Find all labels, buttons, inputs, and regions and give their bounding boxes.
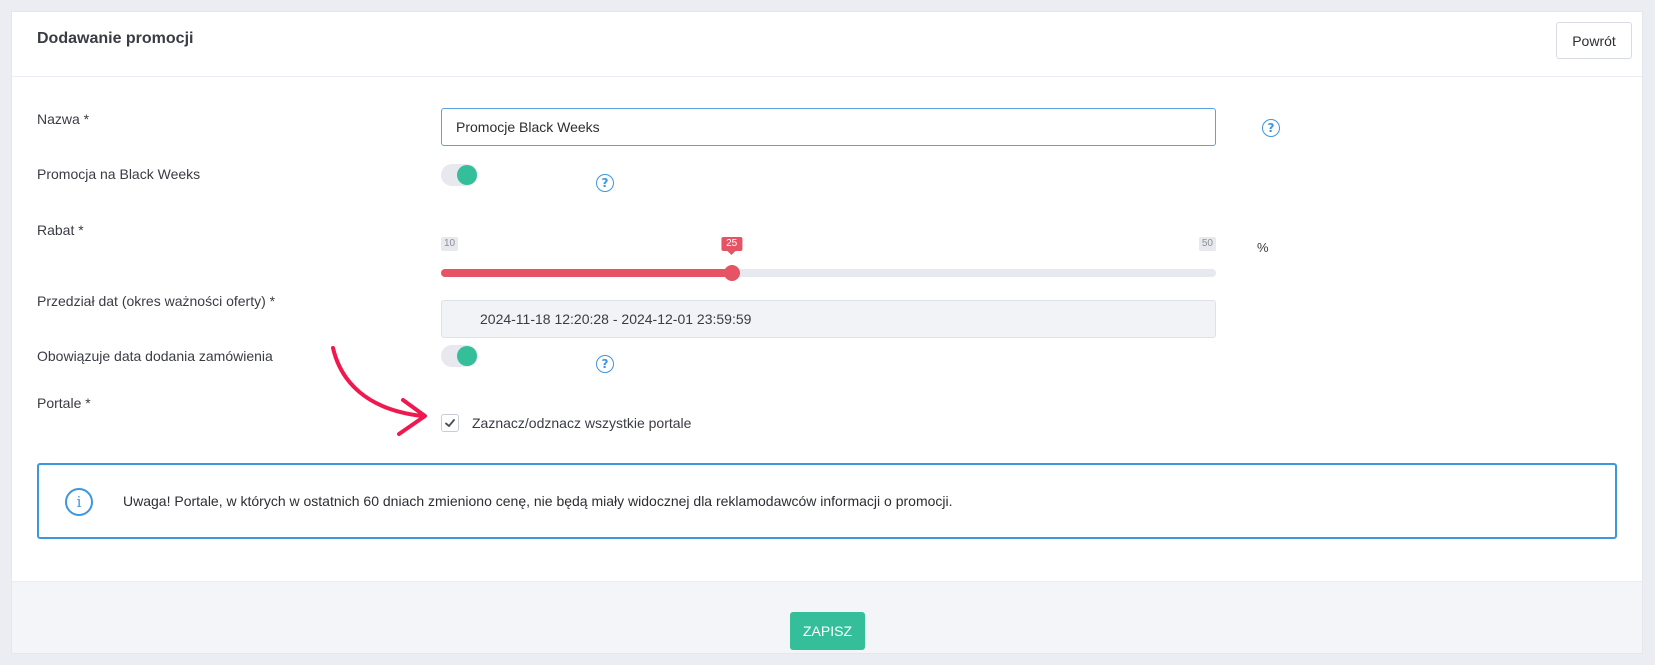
date-range-label: Przedział dat (okres ważności oferty) * [37,293,276,309]
date-range-input[interactable] [441,300,1216,338]
portals-notice: i Uwaga! Portale, w których w ostatnich … [37,463,1617,539]
discount-label: Rabat * [37,222,84,238]
name-label: Nazwa * [37,111,90,127]
slider-handle[interactable] [723,265,740,281]
order-date-label: Obowiązuje data dodania zamówienia [37,348,273,364]
page-title: Dodawanie promocji [37,30,194,47]
question-circle-icon[interactable]: ? [596,174,614,192]
select-all-portals-checkbox[interactable] [441,414,459,432]
toggle-knob [457,346,477,366]
discount-slider[interactable]: 10 50 25 [441,225,1216,281]
slider-max-label: 50 [1198,237,1216,251]
percent-unit: % [1257,240,1269,255]
slider-fill [441,269,732,277]
back-button[interactable]: Powrót [1556,22,1632,59]
promotion-form-card: Dodawanie promocji Powrót Nazwa * ? Prom… [11,11,1643,654]
portals-label: Portale * [37,395,91,411]
select-all-portals-label[interactable]: Zaznacz/odznacz wszystkie portale [472,415,691,431]
check-icon [445,419,455,427]
toggle-knob [457,165,477,185]
save-button[interactable]: ZAPISZ [790,612,865,650]
card-header: Dodawanie promocji Powrót [12,12,1642,77]
name-input[interactable] [441,108,1216,146]
black-weeks-toggle[interactable] [441,164,478,186]
slider-min-label: 10 [441,237,459,251]
notice-text: Uwaga! Portale, w których w ostatnich 60… [123,493,953,509]
question-circle-icon[interactable]: ? [1262,119,1280,137]
card-footer: ZAPISZ [12,581,1642,653]
black-weeks-label: Promocja na Black Weeks [37,166,201,182]
info-circle-icon: i [65,488,93,516]
curved-arrow-icon [331,346,427,436]
question-circle-icon[interactable]: ? [596,355,614,373]
slider-value-bubble: 25 [721,237,743,255]
order-date-toggle[interactable] [441,345,478,367]
slider-track[interactable] [441,269,1216,277]
